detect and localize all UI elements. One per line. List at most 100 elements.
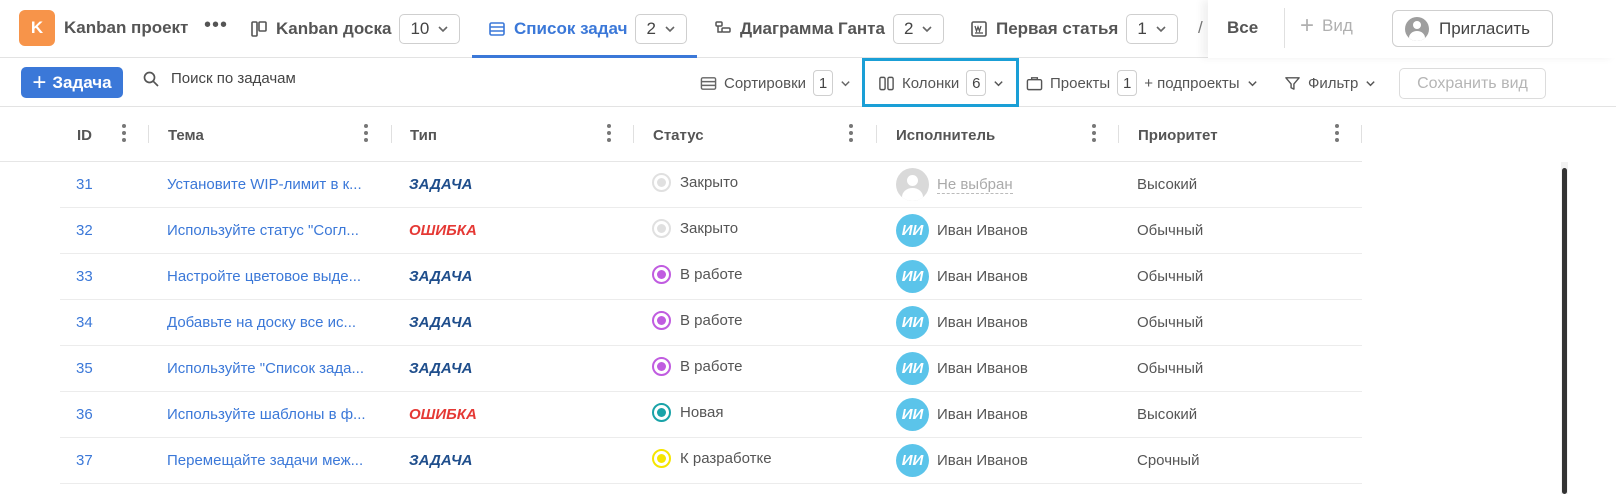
projects-count: 1	[1117, 70, 1138, 96]
task-priority[interactable]: Высокий	[1137, 176, 1197, 193]
project-name[interactable]: Kanban проект	[64, 18, 188, 38]
tab-first-article[interactable]: Первая статья 1	[970, 0, 1178, 58]
task-subject-link[interactable]: Используйте "Список зада...	[167, 360, 377, 377]
column-resizer[interactable]	[1118, 125, 1119, 143]
projects-label: Проекты	[1050, 74, 1111, 92]
task-status[interactable]: В работе	[652, 311, 743, 330]
view-count-dropdown[interactable]: 1	[1126, 14, 1178, 44]
task-status[interactable]: В работе	[652, 357, 743, 376]
column-header-id[interactable]: ID	[77, 127, 92, 144]
view-count-dropdown[interactable]: 10	[399, 14, 461, 44]
task-priority[interactable]: Обычный	[1137, 222, 1203, 239]
table-row[interactable]: 34 Добавьте на доску все ис... ЗАДАЧА В раб…	[60, 300, 1362, 346]
filter-button[interactable]: Фильтр	[1284, 68, 1376, 98]
column-header-subject[interactable]: Тема	[168, 127, 204, 144]
task-type[interactable]: ЗАДАЧА	[409, 360, 472, 377]
task-status[interactable]: Закрыто	[652, 219, 738, 238]
all-views-button[interactable]: Все	[1227, 18, 1258, 38]
table-row[interactable]: 33 Настройте цветовое выде... ЗАДАЧА В рабо…	[60, 254, 1362, 300]
task-assignee[interactable]: ИИ Иван Иванов	[896, 214, 1028, 247]
column-resizer[interactable]	[148, 125, 149, 143]
tab-label: Kanban доска	[276, 19, 392, 38]
save-view-button[interactable]: Сохранить вид	[1399, 68, 1546, 99]
column-resizer[interactable]	[876, 125, 877, 143]
task-status[interactable]: Новая	[652, 403, 723, 422]
table-row[interactable]: 32 Используйте статус "Согл... ОШИБКА Закры…	[60, 208, 1362, 254]
task-priority[interactable]: Обычный	[1137, 268, 1203, 285]
task-priority[interactable]: Высокий	[1137, 406, 1197, 423]
column-header-type[interactable]: Тип	[410, 127, 437, 144]
task-assignee[interactable]: Не выбран	[896, 168, 1013, 201]
task-status[interactable]: Закрыто	[652, 173, 738, 192]
column-resizer[interactable]	[1361, 125, 1362, 143]
task-id-link[interactable]: 33	[76, 268, 93, 285]
column-menu-icon[interactable]	[1335, 124, 1339, 142]
view-count-dropdown[interactable]: 2	[892, 14, 945, 44]
view-count-dropdown[interactable]: 2	[635, 14, 687, 44]
column-header-assignee[interactable]: Исполнитель	[896, 127, 995, 144]
table-row[interactable]: 36 Используйте шаблоны в ф... ОШИБКА Новая И…	[60, 392, 1362, 438]
task-status[interactable]: К разработке	[652, 449, 772, 468]
column-menu-icon[interactable]	[849, 124, 853, 142]
tab-gantt[interactable]: Диаграмма Ганта 2	[714, 0, 945, 58]
column-header-status[interactable]: Статус	[653, 127, 704, 144]
task-id-link[interactable]: 32	[76, 222, 93, 239]
task-type[interactable]: ЗАДАЧА	[409, 268, 472, 285]
assignee-name: Иван Иванов	[937, 406, 1028, 423]
column-menu-icon[interactable]	[364, 124, 368, 142]
search-input[interactable]: Поиск по задачам	[143, 70, 296, 87]
table-row[interactable]: 37 Перемещайте задачи меж... ЗАДАЧА К разра…	[60, 438, 1362, 484]
column-resizer[interactable]	[391, 125, 392, 143]
new-task-button[interactable]: + Задача	[21, 67, 123, 98]
task-id-link[interactable]: 35	[76, 360, 93, 377]
task-subject-link[interactable]: Настройте цветовое выде...	[167, 268, 377, 285]
new-task-label: Задача	[52, 72, 112, 92]
task-subject-link[interactable]: Добавьте на доску все ис...	[167, 314, 377, 331]
column-menu-icon[interactable]	[1092, 124, 1096, 142]
subprojects-label: + подпроекты	[1144, 74, 1240, 92]
task-type[interactable]: ЗАДАЧА	[409, 176, 472, 193]
projects-button[interactable]: Проекты 1 + подпроекты	[1026, 68, 1258, 98]
tab-kanban-board[interactable]: Kanban доска 10	[250, 0, 461, 58]
column-header-priority[interactable]: Приоритет	[1138, 127, 1218, 144]
avatar: ИИ	[896, 444, 929, 477]
task-id-link[interactable]: 37	[76, 452, 93, 469]
sort-button[interactable]: Сортировки 1	[700, 68, 851, 98]
task-assignee[interactable]: ИИ Иван Иванов	[896, 260, 1028, 293]
task-assignee[interactable]: ИИ Иван Иванов	[896, 352, 1028, 385]
status-in-progress-icon	[652, 311, 671, 330]
task-status[interactable]: В работе	[652, 265, 743, 284]
column-menu-icon[interactable]	[607, 124, 611, 142]
avatar: ИИ	[896, 260, 929, 293]
task-subject-link[interactable]: Перемещайте задачи меж...	[167, 452, 377, 469]
task-assignee[interactable]: ИИ Иван Иванов	[896, 444, 1028, 477]
project-avatar[interactable]: K	[19, 10, 55, 46]
task-subject-link[interactable]: Используйте шаблоны в ф...	[167, 406, 377, 423]
task-priority[interactable]: Обычный	[1137, 314, 1203, 331]
task-subject-link[interactable]: Установите WIP-лимит в к...	[167, 176, 377, 193]
avatar: ИИ	[896, 352, 929, 385]
scrollbar-thumb[interactable]	[1562, 168, 1567, 494]
task-type[interactable]: ЗАДАЧА	[409, 314, 472, 331]
task-type[interactable]: ЗАДАЧА	[409, 452, 472, 469]
task-type[interactable]: ОШИБКА	[409, 222, 477, 239]
task-id-link[interactable]: 31	[76, 176, 93, 193]
chevron-down-icon	[438, 26, 448, 33]
task-id-link[interactable]: 34	[76, 314, 93, 331]
tab-overflow[interactable]: /	[1198, 18, 1203, 38]
table-row[interactable]: 31 Установите WIP-лимит в к... ЗАДАЧА Закры…	[60, 162, 1362, 208]
task-type[interactable]: ОШИБКА	[409, 406, 477, 423]
column-menu-icon[interactable]	[122, 124, 126, 142]
task-priority[interactable]: Обычный	[1137, 360, 1203, 377]
table-row[interactable]: 35 Используйте "Список зада... ЗАДАЧА В раб…	[60, 346, 1362, 392]
task-subject-link[interactable]: Используйте статус "Согл...	[167, 222, 377, 239]
task-assignee[interactable]: ИИ Иван Иванов	[896, 306, 1028, 339]
project-more-icon[interactable]: •••	[204, 14, 228, 37]
tab-task-list[interactable]: Список задач 2	[488, 0, 687, 58]
add-view-button[interactable]: + Вид	[1300, 14, 1353, 38]
task-id-link[interactable]: 36	[76, 406, 93, 423]
invite-button[interactable]: Пригласить	[1392, 10, 1553, 47]
task-assignee[interactable]: ИИ Иван Иванов	[896, 398, 1028, 431]
task-priority[interactable]: Срочный	[1137, 452, 1199, 469]
column-resizer[interactable]	[633, 125, 634, 143]
